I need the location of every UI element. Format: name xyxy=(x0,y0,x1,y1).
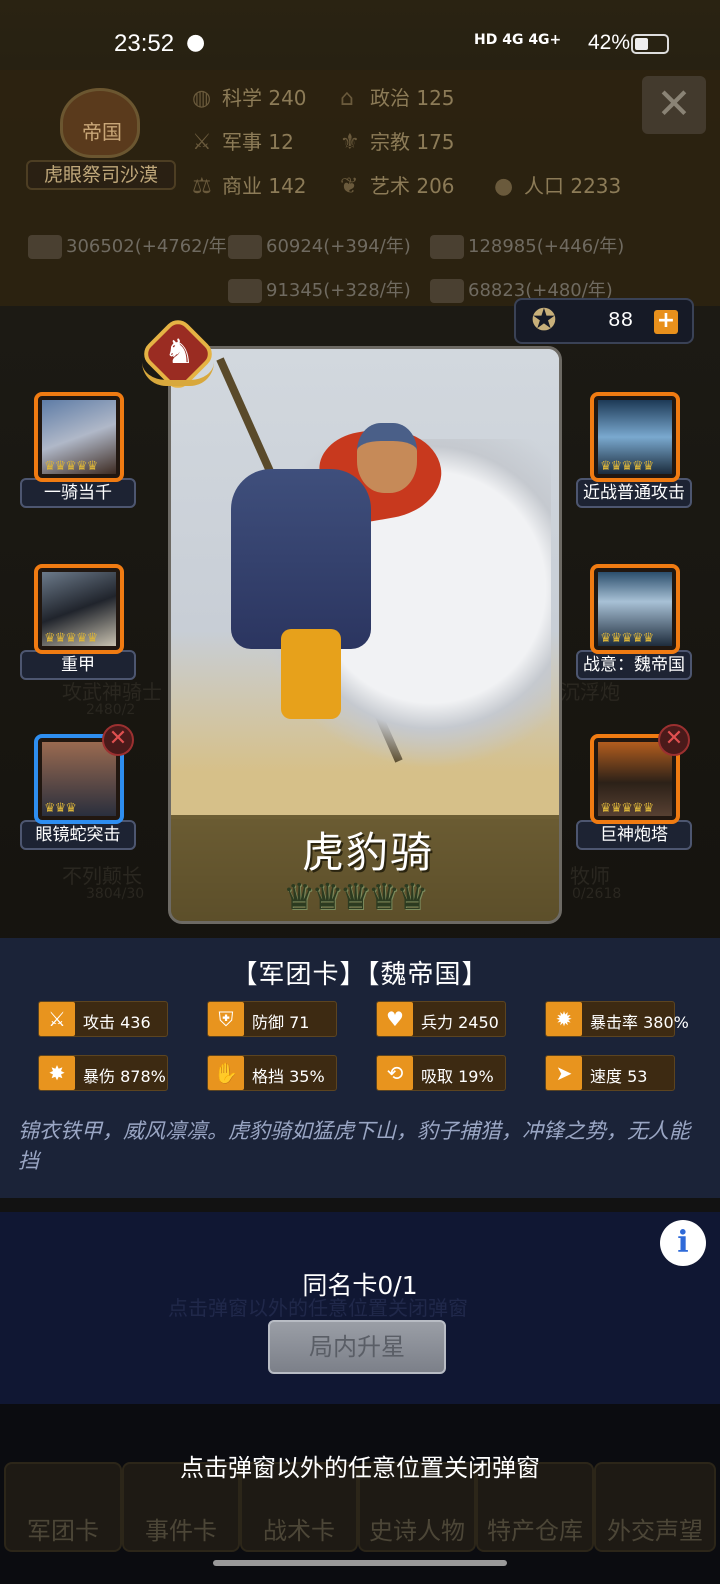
wood-icon xyxy=(228,235,262,259)
card-info-panel: 【军团卡】【魏帝国】 ⚔ 攻击 436 ⛨ 防御 71 ♥ 兵力 2450 ✹ … xyxy=(0,938,720,1198)
gold-icon xyxy=(28,235,62,259)
clock: 23:52 xyxy=(114,30,175,57)
crown-icon: ♛♛♛♛♛ xyxy=(44,631,98,646)
medal-count: 88 xyxy=(608,310,634,333)
empire-label: 帝国 xyxy=(82,120,122,144)
bg-bar-text: 2480/2 xyxy=(86,702,136,718)
card-description: 锦衣铁甲，威风凛凛。虎豹骑如猛虎下山，豹子捕猎，冲锋之势，无人能挡 xyxy=(18,1119,690,1173)
stat-lifesteal: ⟲ 吸取 19% xyxy=(376,1055,506,1091)
bg-unit-name: 不列颠长 xyxy=(62,864,142,888)
skill-label: 近战普通攻击 xyxy=(576,478,692,508)
skill-slot-right-1[interactable]: ♛♛♛♛♛ 近战普通攻击 xyxy=(576,392,696,508)
stat-block: ✋ 格挡 35% xyxy=(207,1055,337,1091)
stat-military: ⚔ 军事 12 xyxy=(192,130,294,155)
crossed-swords-icon: ⚔ xyxy=(192,130,212,155)
stat-religion: ⚜ 宗教 175 xyxy=(340,130,455,155)
laurel-icon xyxy=(142,362,214,386)
skill-slot-left-2[interactable]: ♛♛♛♛♛ 重甲 xyxy=(20,564,140,680)
skill-label: 一骑当千 xyxy=(20,478,136,508)
qq-penguin-icon: ● xyxy=(186,30,206,55)
battery-percent: 42% xyxy=(588,31,631,54)
stat-commerce: ⚖ 商业 142 xyxy=(192,174,307,199)
bg-bar-text: 0/2618 xyxy=(572,886,622,902)
meat-icon xyxy=(430,279,464,303)
laurel-icon: ❦ xyxy=(340,174,359,199)
resource-stone: 91345(+328/年) xyxy=(228,276,411,303)
sword-icon: ⚔ xyxy=(39,1002,75,1036)
skill-slot-right-2[interactable]: ♛♛♛♛♛ 战意：魏帝国 xyxy=(576,564,696,680)
speed-icon: ➤ xyxy=(546,1056,582,1090)
unit-card: 虎豹骑 ♛♛♛♛♛ xyxy=(168,346,562,924)
person-icon: ● xyxy=(494,174,514,199)
crit-icon: ✹ xyxy=(546,1002,582,1036)
bg-unit-name: 沉浮炮 xyxy=(560,680,620,704)
skill-frame: ♛♛♛♛♛ xyxy=(590,392,680,482)
stone-icon xyxy=(228,279,262,303)
stat-attack: ⚔ 攻击 436 xyxy=(38,1001,168,1037)
network-indicator: HD 4G 4G+ xyxy=(474,32,562,48)
empire-emblem: 帝国 虎眼祭司沙漠 xyxy=(12,76,182,196)
temple-icon: ⌂ xyxy=(340,86,354,111)
remove-skill-icon[interactable]: ✕ xyxy=(102,724,134,756)
stat-speed: ➤ 速度 53 xyxy=(545,1055,675,1091)
upstar-button[interactable]: 局内升星 xyxy=(268,1320,446,1374)
crown-icon: ♛♛♛ xyxy=(44,801,77,816)
crown-icon: ♛♛♛♛♛ xyxy=(600,459,654,474)
knight-badge-icon: ♞ xyxy=(138,314,218,394)
planet-icon: ◍ xyxy=(192,86,212,111)
rider-art xyxy=(231,469,371,649)
stat-defense: ⛨ 防御 71 xyxy=(207,1001,337,1037)
skill-label: 重甲 xyxy=(20,650,136,680)
bg-unit-name: 牧师 xyxy=(570,864,610,888)
bg-unit-name: 攻武神骑士 xyxy=(62,680,162,704)
close-hint: 点击弹窗以外的任意位置关闭弹窗 xyxy=(180,1454,540,1482)
skill-frame: ♛♛♛♛♛ xyxy=(34,564,124,654)
stat-crit-rate: ✹ 暴击率 380% xyxy=(545,1001,689,1037)
medal-icon: ✪ xyxy=(531,303,557,338)
skill-slot-left-1[interactable]: ♛♛♛♛♛ 一骑当千 xyxy=(20,392,140,508)
battery-icon xyxy=(631,34,669,54)
stat-crit-damage: ✸ 暴伤 878% xyxy=(38,1055,168,1091)
fleur-icon: ⚜ xyxy=(340,130,360,155)
crit-damage-icon: ✸ xyxy=(39,1056,75,1090)
duplicate-card-count: 同名卡0/1 xyxy=(302,1271,418,1300)
resource-wood: 60924(+394/年) xyxy=(228,232,411,259)
block-icon: ✋ xyxy=(208,1056,244,1090)
lifesteal-icon: ⟲ xyxy=(377,1056,413,1090)
home-indicator[interactable] xyxy=(213,1560,507,1566)
resource-gold: 306502(+4762/年) xyxy=(28,232,234,259)
heart-icon: ♥ xyxy=(377,1002,413,1036)
rider-legs-art xyxy=(281,629,341,719)
info-icon[interactable]: i xyxy=(660,1220,706,1266)
card-types: 【军团卡】【魏帝国】 xyxy=(231,960,489,990)
skill-frame: ♛♛♛♛♛ xyxy=(590,564,680,654)
rider-head-art xyxy=(357,423,417,493)
stat-troops: ♥ 兵力 2450 xyxy=(376,1001,506,1037)
battery-fill xyxy=(635,38,648,50)
iron-icon xyxy=(430,235,464,259)
skill-frame: ♛♛♛♛♛ xyxy=(34,392,124,482)
bg-bar-text: 3804/30 xyxy=(86,886,145,902)
medal-counter: ✪ 88 + xyxy=(514,298,694,344)
skill-label: 眼镜蛇突击 xyxy=(20,820,136,850)
stat-art: ❦ 艺术 206 xyxy=(340,174,455,199)
status-bar: 23:52 ● HD 4G 4G+ 42% xyxy=(0,0,720,88)
crown-icon: ♛♛♛♛♛ xyxy=(600,631,654,646)
resource-iron: 128985(+446/年) xyxy=(430,232,624,259)
skill-slot-right-3[interactable]: ♛♛♛♛♛ 巨神炮塔 ✕ xyxy=(576,724,696,850)
skill-label: 战意：魏帝国 xyxy=(576,650,692,680)
crown-icon: ♛♛♛♛♛ xyxy=(600,801,654,816)
remove-skill-icon[interactable]: ✕ xyxy=(658,724,690,756)
card-name: 虎豹骑 xyxy=(301,828,434,877)
card-crown-icon: ♛♛♛♛♛ xyxy=(283,877,428,918)
add-medal-button[interactable]: + xyxy=(654,310,678,334)
scales-icon: ⚖ xyxy=(192,174,212,199)
stat-population: ● 人口 2233 xyxy=(494,174,622,199)
shield-icon: ⛨ xyxy=(208,1002,244,1036)
ruler-name: 虎眼祭司沙漠 xyxy=(26,160,176,190)
crown-icon: ♛♛♛♛♛ xyxy=(44,459,98,474)
skill-slot-left-3[interactable]: ♛♛♛ 眼镜蛇突击 ✕ xyxy=(20,724,140,850)
skill-label: 巨神炮塔 xyxy=(576,820,692,850)
